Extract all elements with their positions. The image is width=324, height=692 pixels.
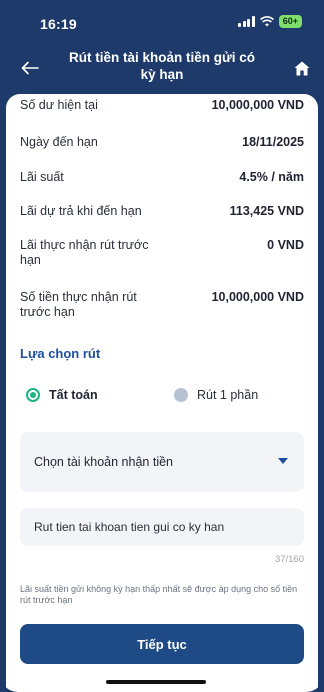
detail-row-maturity-date: Ngày đến hạn 18/11/2025 bbox=[20, 135, 304, 150]
radio-label: Tất toán bbox=[49, 388, 98, 402]
withdraw-options: Tất toán Rút 1 phần bbox=[20, 388, 304, 408]
detail-row-interest-rate: Lãi suất 4.5% / năm bbox=[20, 170, 304, 185]
status-bar: 16:19 60+ bbox=[0, 0, 324, 40]
wifi-icon bbox=[259, 16, 274, 27]
status-time: 16:19 bbox=[40, 16, 77, 32]
page-title: Rút tiền tài khoản tiền gửi có kỳ hạn bbox=[68, 50, 256, 82]
continue-button[interactable]: Tiếp tục bbox=[20, 624, 304, 664]
interest-note: Lãi suất tiền gửi không kỳ hạn thấp nhất… bbox=[20, 584, 298, 605]
home-icon bbox=[294, 61, 310, 75]
status-icons: 60+ bbox=[238, 15, 302, 28]
detail-value: 113,425 VND bbox=[229, 204, 304, 218]
cellular-signal-icon bbox=[238, 16, 255, 27]
receiving-account-select[interactable]: Chọn tài khoản nhận tiền bbox=[20, 432, 304, 492]
back-button[interactable] bbox=[18, 56, 42, 80]
arrow-left-icon bbox=[21, 61, 39, 75]
radio-selected-icon bbox=[26, 388, 40, 402]
character-counter: 37/160 bbox=[274, 554, 304, 565]
home-button[interactable] bbox=[290, 56, 314, 80]
detail-label: Lãi thực nhận rút trước hạn bbox=[20, 238, 149, 267]
detail-row-early-interest: Lãi thực nhận rút trước hạn 0 VND bbox=[20, 238, 304, 268]
withdraw-options-title: Lựa chọn rút bbox=[20, 346, 101, 361]
detail-value: 0 VND bbox=[267, 238, 304, 252]
detail-label: Ngày đến hạn bbox=[20, 135, 98, 149]
detail-label: Số tiền thực nhận rút trước hạn bbox=[20, 290, 137, 319]
detail-value: 18/11/2025 bbox=[242, 135, 304, 149]
caret-down-icon bbox=[278, 458, 288, 464]
withdraw-form: Số dư hiện tại 10,000,000 VND Ngày đến h… bbox=[6, 94, 318, 692]
header: Rút tiền tài khoản tiền gửi có kỳ hạn bbox=[0, 46, 324, 90]
detail-label: Lãi suất bbox=[20, 170, 64, 184]
description-input[interactable]: Rut tien tai khoan tien gui co ky han bbox=[20, 508, 304, 546]
home-indicator bbox=[106, 680, 206, 684]
phone-screen: 16:19 60+ Rút tiền tài khoản tiền gửi có… bbox=[0, 0, 324, 692]
detail-row-early-amount: Số tiền thực nhận rút trước hạn 10,000,0… bbox=[20, 290, 304, 320]
detail-row-expected-interest: Lãi dự trả khi đến hạn 113,425 VND bbox=[20, 204, 304, 219]
detail-value: 10,000,000 VND bbox=[211, 290, 304, 304]
radio-label: Rút 1 phần bbox=[197, 388, 259, 402]
detail-value: 10,000,000 VND bbox=[211, 98, 304, 112]
radio-full-settlement[interactable]: Tất toán bbox=[26, 388, 98, 402]
battery-icon: 60+ bbox=[278, 15, 302, 28]
detail-label: Lãi dự trả khi đến hạn bbox=[20, 204, 142, 218]
radio-unselected-icon bbox=[174, 388, 188, 402]
detail-row-current-balance: Số dư hiện tại 10,000,000 VND bbox=[20, 98, 304, 113]
detail-value: 4.5% / năm bbox=[239, 170, 304, 184]
receiving-account-placeholder: Chọn tài khoản nhận tiền bbox=[34, 455, 173, 469]
radio-partial-withdraw[interactable]: Rút 1 phần bbox=[174, 388, 258, 402]
detail-label: Số dư hiện tại bbox=[20, 98, 98, 112]
